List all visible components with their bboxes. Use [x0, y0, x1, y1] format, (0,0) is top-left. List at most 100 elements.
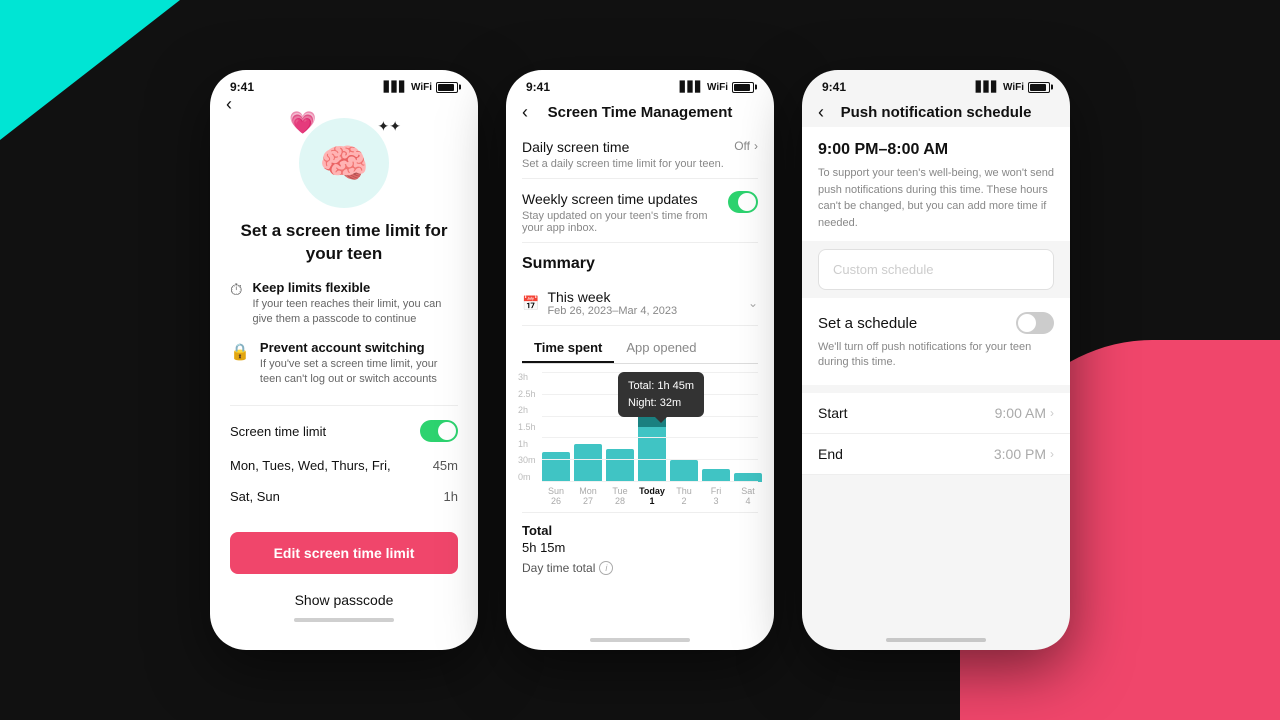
total-section: Total 5h 15m Day time total i	[522, 512, 758, 585]
bar-mon	[574, 444, 602, 482]
bar-tue	[606, 449, 634, 482]
daytime-label: Day time total i	[522, 561, 758, 575]
phone3-title: Push notification schedule	[841, 104, 1032, 121]
summary-title: Summary	[522, 243, 758, 281]
calendar-icon: 📅	[522, 295, 539, 312]
phone-3: 9:41 ▋▋▋ WiFi ‹ Push notification schedu…	[802, 70, 1070, 650]
start-label: Start	[818, 405, 848, 421]
status-bar-1: 9:41 ▋▋▋ WiFi	[210, 70, 478, 98]
bar-thu	[670, 460, 698, 482]
clock-icon: ⏱	[230, 282, 242, 300]
home-indicator-1	[294, 618, 394, 622]
start-value-area: 9:00 AM ›	[995, 405, 1054, 421]
notif-time-desc: To support your teen's well-being, we wo…	[818, 165, 1054, 231]
chart-tooltip: Total: 1h 45m Night: 32m	[618, 372, 704, 417]
screen-time-label: Screen time limit	[230, 424, 326, 439]
x-axis: Sun26 Mon27 Tue28 Today1 Thu2 Fri3 Sat4	[518, 486, 762, 506]
end-chevron: ›	[1050, 447, 1054, 461]
phones-container: 9:41 ▋▋▋ WiFi ‹ 💗 🧠 ✦✦ Set a screen time…	[210, 70, 1070, 650]
back-btn-2[interactable]: ‹	[522, 102, 528, 123]
daily-value-area: Off ›	[734, 139, 758, 153]
feature1-title: Keep limits flexible	[252, 280, 458, 295]
daily-desc: Set a daily screen time limit for your t…	[522, 158, 724, 170]
start-value: 9:00 AM	[995, 405, 1046, 421]
nav-bar-2: ‹ Screen Time Management	[506, 98, 774, 127]
illustration-heart: 💗	[289, 110, 316, 136]
bar-fri	[702, 469, 730, 482]
weekly-desc: Stay updated on your teen's time from yo…	[522, 210, 728, 234]
bar-chart: 3h 2.5h 2h 1.5h 1h 30m 0m	[518, 372, 762, 512]
hero-illustration: 💗 🧠 ✦✦	[230, 118, 458, 208]
tab-time-spent[interactable]: Time spent	[522, 334, 614, 363]
info-icon[interactable]: i	[599, 561, 613, 575]
end-time-row[interactable]: End 3:00 PM ›	[802, 434, 1070, 475]
show-passcode-button[interactable]: Show passcode	[230, 582, 458, 618]
week-row[interactable]: 📅 This week Feb 26, 2023–Mar 4, 2023 ⌄	[522, 281, 758, 326]
schedule-toggle-row: Set a schedule	[818, 312, 1054, 334]
daily-screen-time-row[interactable]: Daily screen time Set a daily screen tim…	[522, 127, 758, 179]
wifi-icon-3: WiFi	[1003, 82, 1024, 93]
tabs-row: Time spent App opened	[522, 334, 758, 364]
weekly-toggle[interactable]	[728, 191, 758, 213]
notif-time-block: 9:00 PM–8:00 AM To support your teen's w…	[802, 127, 1070, 241]
feature2-title: Prevent account switching	[260, 340, 458, 355]
home-indicator-3	[886, 638, 986, 642]
back-btn-3[interactable]: ‹	[818, 102, 824, 123]
x-fri: Fri3	[702, 486, 730, 506]
edit-screen-time-button[interactable]: Edit screen time limit	[230, 532, 458, 574]
custom-schedule-input[interactable]: Custom schedule	[818, 249, 1054, 290]
feature1-desc: If your teen reaches their limit, you ca…	[252, 297, 458, 328]
weekly-label: Weekly screen time updates	[522, 191, 728, 207]
phone2-content: Daily screen time Set a daily screen tim…	[506, 127, 774, 638]
tab-app-opened[interactable]: App opened	[614, 334, 708, 363]
bg-teal-decoration	[0, 0, 180, 140]
x-thu: Thu2	[670, 486, 698, 506]
brain-illustration: 💗 🧠 ✦✦	[299, 118, 389, 208]
status-icons-3: ▋▋▋ WiFi	[976, 82, 1050, 93]
weekend-row: Sat, Sun 1h	[230, 481, 458, 512]
x-sat: Sat4	[734, 486, 762, 506]
tooltip-night: Night: 32m	[628, 395, 694, 412]
illustration-stars: ✦✦	[378, 118, 401, 135]
y-axis: 3h 2.5h 2h 1.5h 1h 30m 0m	[518, 372, 536, 482]
back-btn-1[interactable]: ‹	[226, 94, 232, 115]
phone3-content: 9:00 PM–8:00 AM To support your teen's w…	[802, 127, 1070, 638]
end-label: End	[818, 446, 843, 462]
phone1-footer: Edit screen time limit Show passcode	[210, 522, 478, 650]
status-icons-2: ▋▋▋ WiFi	[680, 82, 754, 93]
daily-value: Off	[734, 139, 750, 153]
battery-icon-1	[436, 82, 458, 93]
total-label: Total	[522, 523, 758, 538]
x-tue: Tue28	[606, 486, 634, 506]
nav-bar-1: ‹	[210, 98, 478, 110]
signal-icon-1: ▋▋▋	[384, 82, 407, 93]
weekday-row: Mon, Tues, Wed, Thurs, Fri, 45m	[230, 450, 458, 481]
start-time-row[interactable]: Start 9:00 AM ›	[802, 393, 1070, 434]
x-today: Today1	[638, 486, 666, 506]
phone1-heading: Set a screen time limit for your teen	[230, 220, 458, 266]
weekend-label: Sat, Sun	[230, 489, 280, 504]
schedule-desc: We'll turn off push notifications for yo…	[818, 340, 1054, 371]
status-time-3: 9:41	[822, 80, 846, 94]
status-time-2: 9:41	[526, 80, 550, 94]
daily-label: Daily screen time	[522, 139, 724, 155]
week-label: This week	[547, 289, 677, 305]
status-icons-1: ▋▋▋ WiFi	[384, 82, 458, 93]
feature-keep-limits: ⏱ Keep limits flexible If your teen reac…	[230, 280, 458, 328]
lock-icon: 🔒	[230, 342, 250, 362]
x-sun: Sun26	[542, 486, 570, 506]
weekday-label: Mon, Tues, Wed, Thurs, Fri,	[230, 458, 391, 473]
signal-icon-2: ▋▋▋	[680, 82, 703, 93]
status-time-1: 9:41	[230, 80, 254, 94]
schedule-toggle[interactable]	[1016, 312, 1054, 334]
total-value: 5h 15m	[522, 540, 758, 555]
screen-time-toggle[interactable]	[420, 420, 458, 442]
notif-time-range: 9:00 PM–8:00 AM	[818, 141, 1054, 159]
end-value: 3:00 PM	[994, 446, 1046, 462]
weekend-value: 1h	[444, 489, 458, 504]
schedule-title: Set a schedule	[818, 315, 917, 332]
screen-time-toggle-row: Screen time limit	[230, 412, 458, 450]
weekday-value: 45m	[433, 458, 458, 473]
wifi-icon-2: WiFi	[707, 82, 728, 93]
bar-sun	[542, 452, 570, 482]
